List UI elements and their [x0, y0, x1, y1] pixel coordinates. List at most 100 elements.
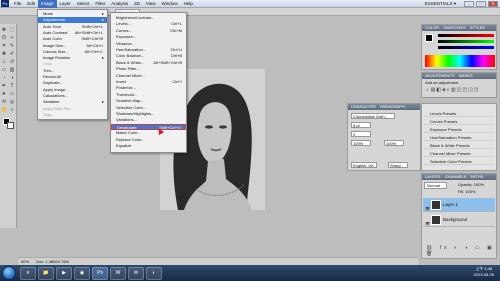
adjustments-menu-item-threshold[interactable]: Threshold... [111, 92, 186, 98]
panel-fg-swatch[interactable] [425, 34, 433, 42]
adjustments-menu-item-selective-color[interactable]: Selective Color... [111, 105, 186, 111]
menu-edit[interactable]: Edit [24, 0, 38, 8]
menu-image[interactable]: Image [38, 0, 57, 8]
image-menu-item-mode[interactable]: Mode [38, 11, 107, 17]
adjustments-menu-item-desaturate[interactable]: Desaturate Shift+Ctrl+U [111, 123, 186, 130]
layer-row-layer-1[interactable]: 👁 Layer 1 [423, 198, 495, 212]
crop-tool-icon[interactable]: ⌗ [1, 43, 7, 49]
image-menu-item-trap[interactable]: Trap... [38, 112, 107, 118]
layer-row-background[interactable]: 👁 Background [423, 213, 495, 227]
opacity-field[interactable]: Opacity: 100% [458, 182, 484, 187]
adjustments-menu-item-exposure[interactable]: Exposure... [111, 34, 186, 40]
background-color-swatch[interactable] [7, 122, 14, 129]
adjustments-menu-item-replace-color[interactable]: Replace Color... [111, 137, 186, 143]
image-menu-item-canvas-size[interactable]: Canvas Size... Alt+Ctrl+C [38, 49, 107, 55]
adjustments-menu-item-gradient-map[interactable]: Gradient Map... [111, 98, 186, 104]
menu-file[interactable]: File [11, 0, 24, 8]
image-menu-item-trim[interactable]: Trim... [38, 68, 107, 74]
history-brush-tool-icon[interactable]: ↺ [9, 59, 15, 65]
image-menu-item-calculations[interactable]: Calculations... [38, 93, 107, 99]
stamp-tool-icon[interactable]: ⊥ [1, 59, 7, 65]
lasso-tool-icon[interactable]: ʘ [1, 35, 7, 41]
magic-wand-tool-icon[interactable]: ✧ [9, 35, 15, 41]
taskbar-app-0[interactable]: e [20, 266, 36, 280]
menu-view[interactable]: View [143, 0, 159, 8]
image-menu-item-duplicate[interactable]: Duplicate... [38, 80, 107, 86]
adjustments-menu-item-invert[interactable]: Invert Ctrl+I [111, 79, 186, 85]
tab-masks[interactable]: MASKS [459, 73, 473, 78]
font-size-field[interactable]: 8 pt [351, 122, 371, 128]
image-menu-item-image-size[interactable]: Image Size... Alt+Ctrl+I [38, 43, 107, 49]
menu-window[interactable]: Window [159, 0, 181, 8]
preset-channel-mixer-presets[interactable]: Channel Mixer Presets [424, 150, 494, 157]
image-menu-item-auto-contrast[interactable]: Auto Contrast Alt+Shift+Ctrl+L [38, 30, 107, 36]
maximize-button[interactable]: □ [476, 1, 486, 7]
blue-slider[interactable] [438, 46, 494, 49]
adjustment-icons[interactable]: ☼▤◧◈◐▥◫◰◲◳ [422, 86, 496, 94]
tab-paths[interactable]: PATHS [471, 174, 484, 179]
layer-actions[interactable]: ⛓ fx ◐ ◑ ▭ ▣ 🗑 [426, 245, 496, 257]
taskbar-app-1[interactable]: 📁 [38, 266, 54, 280]
hand-tool-icon[interactable]: ✋ [1, 107, 7, 113]
fill-field[interactable]: Fill: 100% [458, 189, 476, 194]
healing-tool-icon[interactable]: ✚ [1, 51, 7, 57]
image-menu-item-image-rotation[interactable]: Image Rotation [38, 55, 107, 61]
brush-tool-icon[interactable]: ✐ [9, 51, 15, 57]
adjustments-menu-item-hue-saturation[interactable]: Hue/Saturation... Ctrl+U [111, 47, 186, 53]
pen-tool-icon[interactable]: ✒ [1, 83, 7, 89]
system-clock[interactable]: 上午 1:46 2013-06-26 [474, 266, 494, 278]
preset-levels-presets[interactable]: Levels Presets [424, 110, 494, 117]
dodge-tool-icon[interactable]: ◑ [9, 75, 15, 81]
adjustments-menu-item-shadows-highlights[interactable]: Shadows/Highlights... [111, 111, 186, 117]
tab-swatches[interactable]: SWATCHES [443, 25, 465, 30]
zoom-level[interactable]: 50% [21, 259, 29, 264]
green-slider[interactable] [438, 40, 494, 43]
color-spectrum[interactable] [425, 55, 495, 67]
image-menu-item-variables[interactable]: Variables [38, 99, 107, 105]
image-menu-item-adjustments[interactable]: Adjustments [38, 17, 107, 24]
menu-help[interactable]: Help [181, 0, 196, 8]
gradient-tool-icon[interactable]: ▥ [9, 67, 15, 73]
zoom-tool-icon[interactable]: ⌕ [9, 107, 15, 113]
vertical-scale-field[interactable]: 100% [351, 140, 371, 146]
antialias-select[interactable]: Sharp [388, 162, 408, 168]
eraser-tool-icon[interactable]: ▱ [1, 67, 7, 73]
taskbar-app-3[interactable]: ◉ [74, 266, 90, 280]
red-slider[interactable] [438, 34, 494, 37]
3d-rotate-tool-icon[interactable]: ⟲ [1, 99, 7, 105]
adjustments-menu-item-variations[interactable]: Variations... [111, 117, 186, 123]
adjustments-menu-item-channel-mixer[interactable]: Channel Mixer... [111, 73, 186, 79]
eye-icon[interactable]: 👁 [425, 217, 430, 231]
preset-black-white-presets[interactable]: Black & White Presets [424, 142, 494, 149]
preset-exposure-presets[interactable]: Exposure Presets [424, 126, 494, 133]
tab-character[interactable]: CHARACTER [351, 104, 376, 109]
adjustments-menu-item-black-white[interactable]: Black & White... Alt+Shift+Ctrl+B [111, 60, 186, 66]
menu-analysis[interactable]: Analysis [108, 0, 131, 8]
3d-orbit-tool-icon[interactable]: ◎ [9, 99, 15, 105]
path-select-tool-icon[interactable]: ➤ [1, 91, 7, 97]
taskbar-app-5[interactable]: W [110, 266, 126, 280]
preset-selective-color-presets[interactable]: Selective Color Presets [424, 158, 494, 165]
image-menu-item-apply-image[interactable]: Apply Image... [38, 87, 107, 93]
menu-select[interactable]: Select [74, 0, 93, 8]
menu-filter[interactable]: Filter [92, 0, 108, 8]
marquee-tool-icon[interactable]: ⬚ [9, 27, 15, 33]
minimize-button[interactable]: – [464, 1, 474, 7]
tab-adjustments[interactable]: ADJUSTMENTS [425, 73, 455, 78]
blend-mode-select[interactable]: Normal [424, 182, 447, 189]
adjustments-menu-item-curves[interactable]: Curves... Ctrl+M [111, 28, 186, 34]
close-button[interactable]: ✕ [488, 1, 498, 7]
adjustments-menu-item-vibrance[interactable]: Vibrance... [111, 41, 186, 47]
preset-hue-saturation-presets[interactable]: Hue/Saturation Presets [424, 134, 494, 141]
adjustments-menu-item-levels[interactable]: Levels... Ctrl+L [111, 21, 186, 27]
image-menu-item-crop[interactable]: Crop [38, 61, 107, 67]
workspace-switcher[interactable]: ESSENTIALS ▾ [416, 0, 456, 8]
taskbar-app-4[interactable]: Ps [92, 266, 108, 280]
adjustments-menu-item-color-balance[interactable]: Color Balance... Ctrl+B [111, 53, 186, 59]
taskbar-app-7[interactable]: ◐ [146, 266, 162, 280]
image-menu-item-auto-tone[interactable]: Auto Tone Shift+Ctrl+L [38, 24, 107, 30]
adjustments-menu-item-match-color[interactable]: Match Color... [111, 130, 186, 136]
menu-3d[interactable]: 3D [131, 0, 143, 8]
tab-paragraph[interactable]: PARAGRAPH [380, 104, 405, 109]
move-tool-icon[interactable]: ✥ [1, 27, 7, 33]
